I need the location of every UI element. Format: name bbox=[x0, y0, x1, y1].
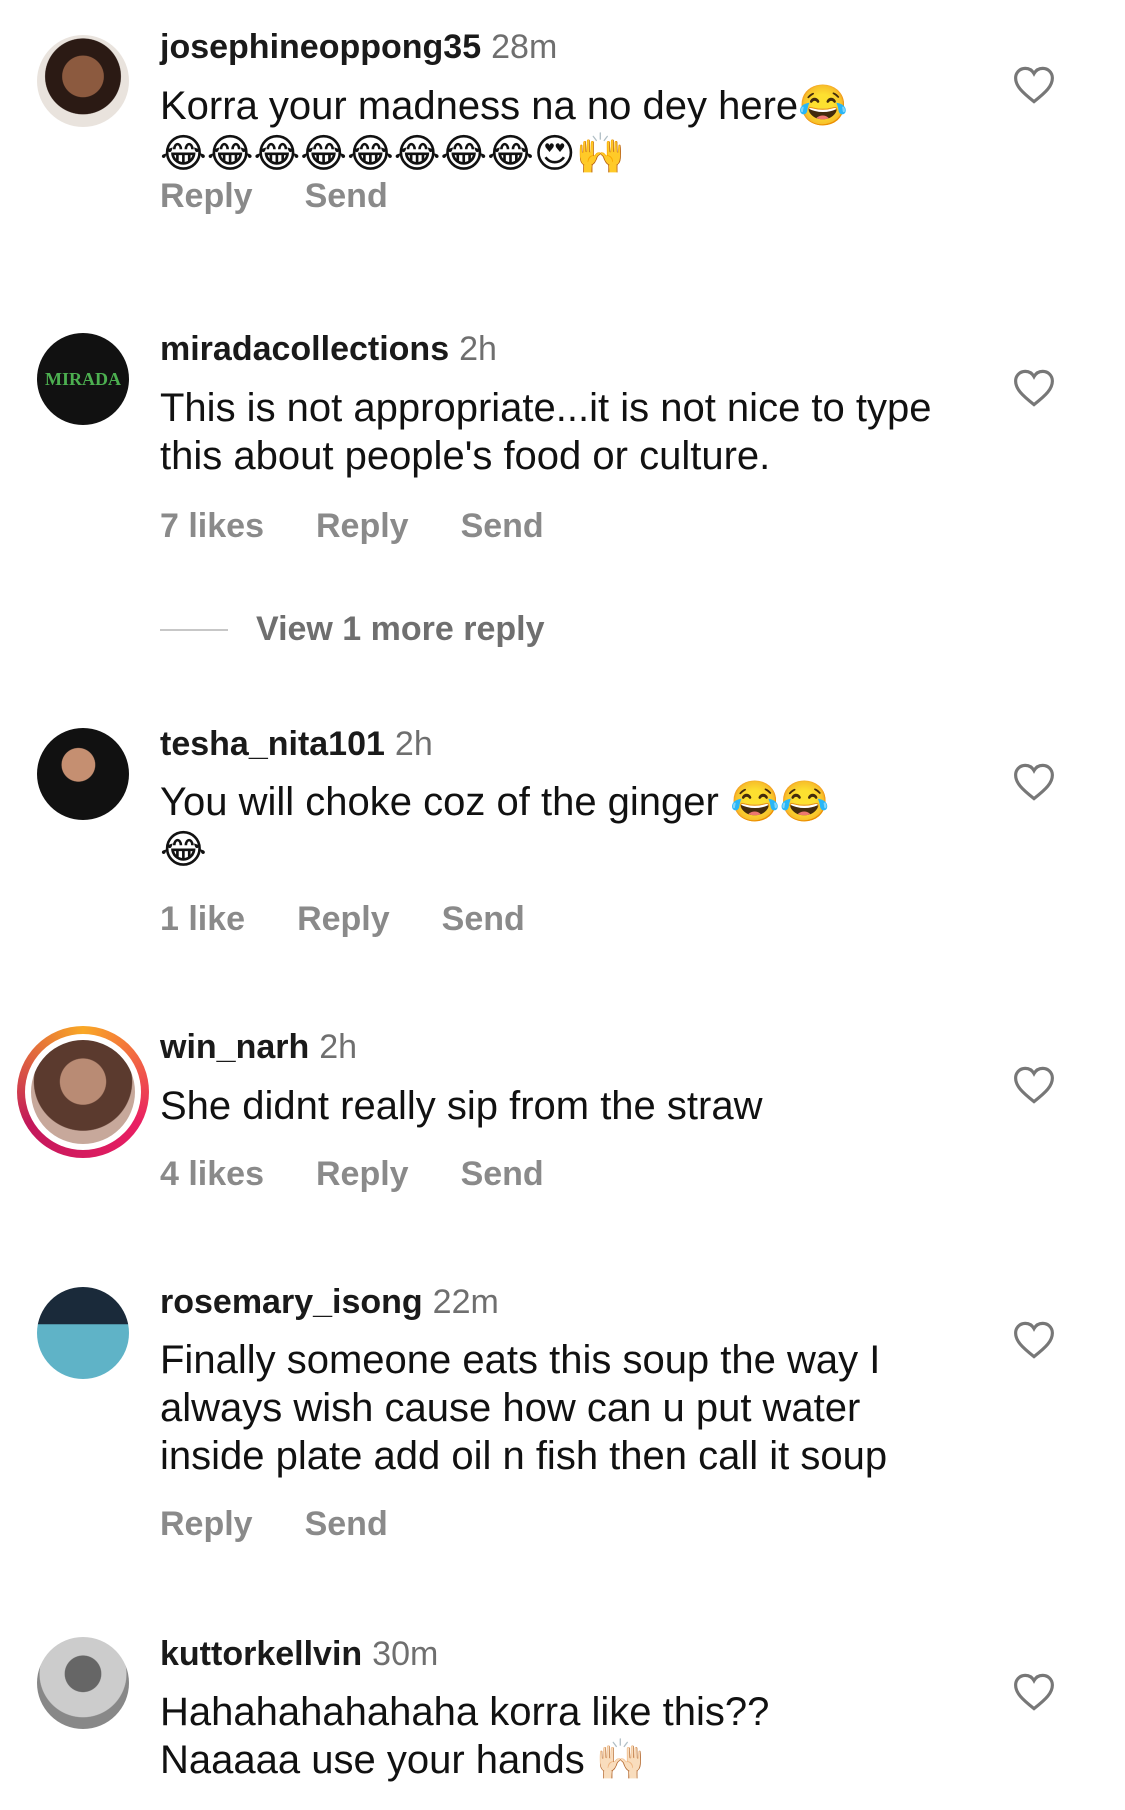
comment-text: Hahahahahahaha korra like this?? Naaaaa … bbox=[160, 1688, 960, 1784]
heart-outline-icon[interactable] bbox=[1013, 1320, 1055, 1360]
comment-time: 2h bbox=[319, 1028, 358, 1066]
comment-text: This is not appropriate...it is not nice… bbox=[160, 386, 932, 478]
comment-text-line: Hahahahahahaha korra like this?? bbox=[160, 1690, 770, 1734]
avatar[interactable] bbox=[37, 1637, 129, 1729]
username-text[interactable]: win_narh bbox=[160, 1028, 309, 1066]
heart-outline-icon[interactable] bbox=[1013, 1672, 1055, 1712]
username-text[interactable]: josephineoppong35 bbox=[160, 28, 481, 66]
username-text[interactable]: rosemary_isong bbox=[160, 1283, 423, 1321]
likes-count[interactable]: 7 likes bbox=[160, 507, 264, 546]
view-more-replies-label[interactable]: View 1 more reply bbox=[256, 610, 545, 649]
comment-actions: Reply Send bbox=[160, 1505, 388, 1544]
comment-actions: 7 likes Reply Send bbox=[160, 507, 544, 546]
reply-button[interactable]: Reply bbox=[297, 900, 390, 939]
heart-outline-icon[interactable] bbox=[1013, 762, 1055, 802]
comment-text-line: 😂😂😂😂😂😂😂😂😍🙌 bbox=[160, 131, 626, 177]
send-button[interactable]: Send bbox=[305, 177, 388, 216]
comment-text-line: Naaaaa use your hands 🙌🏻 bbox=[160, 1738, 646, 1782]
comment-username[interactable]: miradacollections 2h bbox=[160, 330, 497, 369]
avatar-ring-gap bbox=[25, 1034, 141, 1150]
avatar[interactable] bbox=[37, 728, 129, 820]
heart-outline-icon[interactable] bbox=[1013, 1065, 1055, 1105]
reply-button[interactable]: Reply bbox=[160, 177, 253, 216]
avatar-logo-text: MIRADA bbox=[45, 368, 121, 389]
comment-text: Finally someone eats this soup the way I… bbox=[160, 1338, 888, 1478]
avatar bbox=[31, 1040, 135, 1144]
comment-time: 22m bbox=[432, 1283, 499, 1321]
username-text[interactable]: miradacollections bbox=[160, 330, 449, 368]
username-text[interactable]: tesha_nita101 bbox=[160, 725, 385, 763]
reply-button[interactable]: Reply bbox=[160, 1505, 253, 1544]
comment-text: She didnt really sip from the straw bbox=[160, 1084, 763, 1128]
send-button[interactable]: Send bbox=[461, 1155, 544, 1194]
username-text[interactable]: kuttorkellvin bbox=[160, 1635, 362, 1673]
comment-time: 28m bbox=[491, 28, 558, 66]
send-button[interactable]: Send bbox=[442, 900, 525, 939]
comment-time: 30m bbox=[372, 1635, 439, 1673]
send-button[interactable]: Send bbox=[461, 507, 544, 546]
avatar-story-ring[interactable] bbox=[17, 1026, 149, 1158]
reply-button[interactable]: Reply bbox=[316, 507, 409, 546]
comment-actions: 1 like Reply Send bbox=[160, 900, 525, 939]
heart-outline-icon[interactable] bbox=[1013, 368, 1055, 408]
comment-actions: 4 likes Reply Send bbox=[160, 1155, 544, 1194]
comment-username[interactable]: tesha_nita101 2h bbox=[160, 725, 433, 764]
avatar[interactable]: MIRADA bbox=[37, 333, 129, 425]
comment-time: 2h bbox=[459, 330, 497, 368]
view-more-replies-button[interactable]: View 1 more reply bbox=[160, 610, 545, 649]
comment-username[interactable]: win_narh 2h bbox=[160, 1028, 357, 1067]
comment-username[interactable]: josephineoppong35 28m bbox=[160, 28, 557, 67]
comment-username[interactable]: rosemary_isong 22m bbox=[160, 1283, 499, 1322]
comment-text-line: 😂 bbox=[160, 827, 207, 873]
divider bbox=[160, 628, 228, 631]
send-button[interactable]: Send bbox=[305, 1505, 388, 1544]
avatar[interactable] bbox=[37, 35, 129, 127]
avatar[interactable] bbox=[37, 1287, 129, 1379]
comment-text: Korra your madness na no dey here😂 😂😂😂😂😂… bbox=[160, 82, 960, 178]
comment-text-line: Korra your madness na no dey here😂 bbox=[160, 84, 848, 128]
likes-count[interactable]: 1 like bbox=[160, 900, 245, 939]
heart-outline-icon[interactable] bbox=[1013, 65, 1055, 105]
reply-button[interactable]: Reply bbox=[316, 1155, 409, 1194]
comment-time: 2h bbox=[394, 725, 433, 763]
comment-text: You will choke coz of the ginger 😂😂 😂 bbox=[160, 778, 960, 874]
comment-username[interactable]: kuttorkellvin 30m bbox=[160, 1635, 438, 1674]
comment-text-line: You will choke coz of the ginger 😂😂 bbox=[160, 780, 830, 824]
comment-actions: Reply Send bbox=[160, 177, 388, 216]
likes-count[interactable]: 4 likes bbox=[160, 1155, 264, 1194]
